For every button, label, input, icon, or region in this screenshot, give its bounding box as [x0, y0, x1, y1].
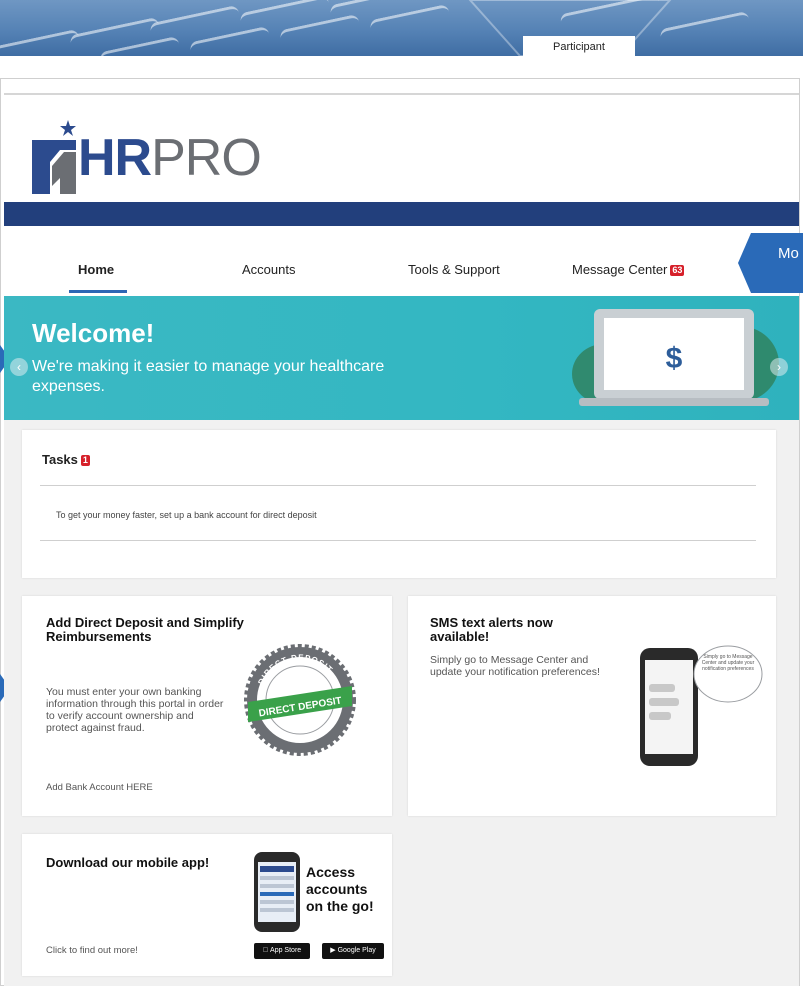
apple-icon:  [263, 947, 268, 954]
nav-message-center[interactable]: Message Center 63 [572, 262, 685, 277]
carousel-next-icon[interactable]: › [770, 358, 788, 376]
tasks-count-badge: 1 [80, 455, 90, 466]
phone-message-icon: Simply go to Message Center and update y… [640, 645, 763, 766]
mobile-app-link[interactable]: Click to find out more! [46, 945, 138, 956]
tasks-divider [40, 485, 756, 486]
svg-text:$: $ [666, 342, 683, 375]
logo-hr: HR [78, 129, 152, 187]
annotation-callout-text: Mo fo [778, 246, 803, 262]
direct-deposit-body: You must enter your own banking informat… [46, 686, 224, 734]
sms-alerts-body: Simply go to Message Center and update y… [430, 654, 600, 678]
nav-home[interactable]: Home [78, 262, 114, 277]
tasks-panel [22, 430, 776, 578]
sms-alerts-title: SMS text alerts now available! [430, 615, 553, 644]
task-direct-deposit[interactable]: To get your money faster, set up a bank … [56, 510, 317, 520]
play-icon: ▶ [330, 947, 336, 954]
nav-home-underline [69, 290, 127, 293]
mobile-promo-text: Access accounts on the go! [306, 864, 374, 914]
tasks-header: Tasks 1 [42, 452, 90, 467]
hrpro-logo-icon [32, 120, 76, 194]
google-play-button[interactable]: ▶ Google Play [322, 943, 384, 959]
hero-title: Welcome! [32, 318, 155, 348]
app-store-label: App Store [266, 947, 301, 954]
mobile-app-title: Download our mobile app! [46, 855, 210, 870]
mobile-phone-icon [254, 852, 300, 932]
google-play-label: Google Play [337, 947, 376, 954]
top-banner [0, 0, 803, 56]
direct-deposit-title: Add Direct Deposit and Simplify Reimburs… [46, 615, 244, 644]
brand-bar [4, 202, 799, 226]
hero-subtitle: We're making it easier to manage your he… [32, 358, 385, 395]
hrpro-logo: HRPRO [78, 128, 262, 188]
add-bank-account-link[interactable]: Add Bank Account HERE [46, 782, 153, 793]
nav-accounts[interactable]: Accounts [242, 262, 295, 277]
sms-bubble-text: Simply go to Message Center and update y… [701, 654, 755, 672]
carousel-prev-icon[interactable]: ‹ [10, 358, 28, 376]
annotation-callout [738, 233, 803, 293]
participant-tab[interactable]: Participant [523, 36, 635, 58]
nav-message-center-label: Message Center [572, 262, 668, 277]
app-store-button[interactable]:  App Store [254, 943, 310, 959]
nav-tools-support[interactable]: Tools & Support [408, 262, 500, 277]
tasks-divider-bottom [40, 540, 756, 541]
direct-deposit-seal-icon: DIRECT DEPOSIT DIRECT DEPOSIT [244, 644, 356, 756]
laptop-dollar-icon: $ [572, 309, 779, 406]
frame-divider [4, 93, 799, 95]
tasks-title: Tasks [42, 452, 78, 467]
message-count-badge: 63 [670, 265, 685, 276]
logo-pro: PRO [151, 129, 262, 187]
